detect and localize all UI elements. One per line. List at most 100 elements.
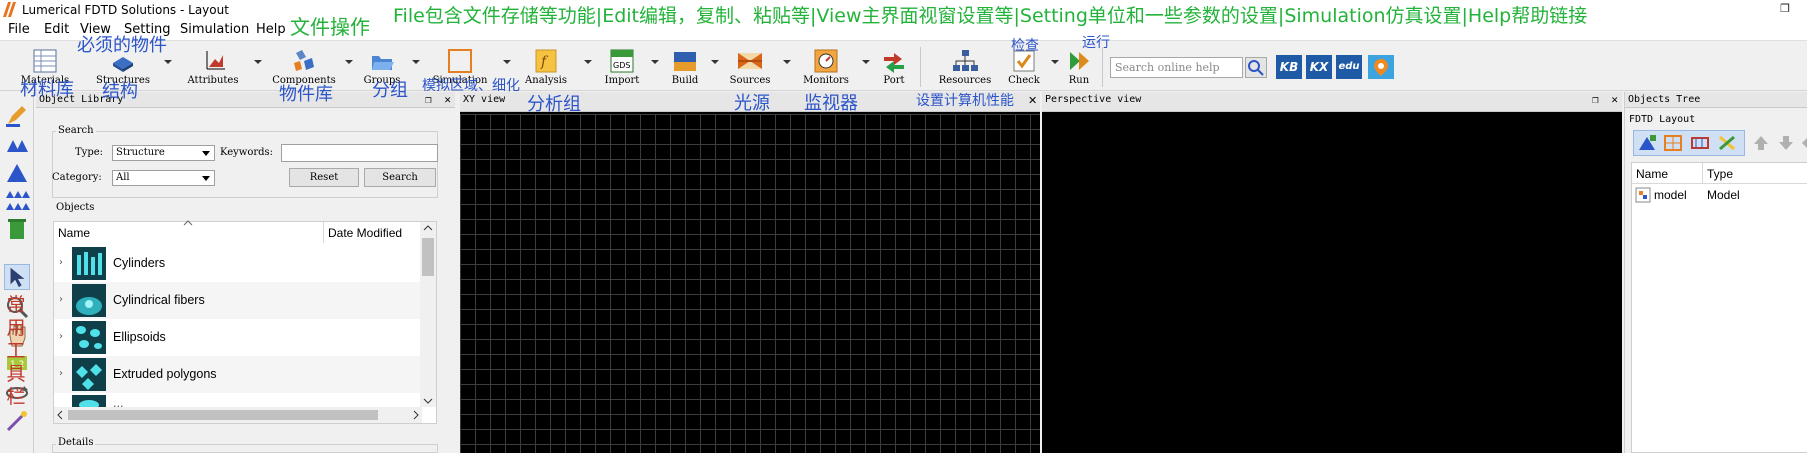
online-help-search-input[interactable]: Search online help (1110, 57, 1243, 78)
import-button[interactable]: GDS Import (596, 41, 648, 91)
chevron-down-icon (202, 151, 210, 156)
annotation-simulation-region: 模拟区域、细化 (422, 78, 520, 94)
sources-button[interactable]: Sources (722, 41, 778, 91)
reset-button[interactable]: Reset (289, 168, 359, 187)
analysis-button[interactable]: f Analysis (514, 41, 578, 91)
list-item-label: Extruded polygons (113, 367, 217, 381)
monitors-dropdown-icon[interactable] (862, 60, 870, 64)
vertical-scrollbar[interactable] (420, 222, 436, 407)
annotation-char: 用 (6, 317, 26, 339)
list-item[interactable]: › Cylindrical fibers (54, 282, 422, 319)
menu-help[interactable]: Help (256, 22, 286, 37)
menu-edit[interactable]: Edit (44, 22, 69, 37)
import-dropdown-icon[interactable] (651, 60, 659, 64)
move-down-arrow-icon[interactable] (1777, 134, 1795, 152)
close-panel-icon[interactable]: ✕ (1611, 93, 1618, 106)
window-controls: ❐ (1763, 0, 1807, 20)
tree-column-name[interactable]: Name (1636, 167, 1668, 181)
close-panel-icon[interactable]: ✕ (444, 93, 451, 106)
details-section-title: Details (56, 437, 96, 448)
kx-badge[interactable]: KX (1306, 55, 1332, 79)
scroll-left-icon[interactable] (54, 407, 66, 423)
expand-arrow-icon[interactable]: › (59, 368, 63, 379)
perspective-view-panel[interactable]: Perspective view ❐ ✕ (1042, 92, 1622, 453)
restore-window-icon[interactable]: ❐ (1763, 0, 1807, 20)
check-dropdown-icon[interactable] (1051, 60, 1059, 64)
select-arrow-icon[interactable] (4, 264, 30, 290)
structure-triangle-icon[interactable] (4, 160, 30, 186)
resources-button[interactable]: Resources (930, 41, 1000, 91)
close-xy-view-icon[interactable]: ✕ (1028, 94, 1037, 107)
structures-dropdown-icon[interactable] (164, 60, 172, 64)
tree-row-type: Model (1707, 188, 1740, 202)
resources-icon (953, 50, 978, 71)
attributes-icon (206, 51, 225, 70)
move-up-arrow-icon[interactable] (1752, 134, 1770, 152)
simulation-dropdown-icon[interactable] (503, 60, 511, 64)
edit-wand-icon[interactable] (4, 408, 30, 434)
port-button[interactable]: Port (874, 41, 914, 91)
build-label: Build (671, 75, 699, 86)
groups-dropdown-icon[interactable] (412, 60, 420, 64)
annotation-char: 工 (6, 340, 26, 362)
scroll-right-icon[interactable] (410, 407, 422, 423)
type-select[interactable]: Structure (112, 145, 215, 161)
objects-tree-panel: Objects Tree FDTD Layout Name Type model… (1624, 92, 1807, 453)
menu-simulation[interactable]: Simulation (180, 22, 249, 37)
expand-arrow-icon[interactable]: › (59, 294, 63, 305)
horizontal-scrollbar[interactable] (54, 407, 422, 423)
move-left-arrow-icon[interactable] (1801, 134, 1807, 152)
scroll-thumb[interactable] (422, 238, 434, 276)
category-select[interactable]: All (112, 170, 215, 186)
add-region-icon[interactable] (1663, 134, 1683, 152)
expand-arrow-icon[interactable]: › (59, 257, 63, 268)
scroll-up-icon[interactable] (420, 222, 436, 234)
add-structure-icon[interactable] (1637, 134, 1657, 152)
float-panel-icon[interactable]: ❐ (425, 93, 432, 106)
location-pin-icon[interactable] (1368, 55, 1394, 79)
edu-badge[interactable]: edu (1336, 55, 1362, 79)
monitors-label: Monitors (803, 75, 849, 86)
menu-file[interactable]: File (8, 22, 30, 37)
tree-row-name: model (1654, 188, 1687, 202)
list-item[interactable]: › Extruded polygons (54, 356, 422, 393)
analysis-dropdown-icon[interactable] (584, 60, 592, 64)
attributes-label: Attributes (187, 75, 239, 86)
attributes-button[interactable]: Attributes (178, 41, 248, 91)
structure-array-icon[interactable] (4, 188, 30, 214)
search-section-title: Search (56, 125, 96, 136)
scroll-thumb[interactable] (68, 410, 378, 420)
type-label: Type: (75, 147, 104, 158)
tree-row[interactable]: model Model (1632, 185, 1807, 205)
column-header-date-modified[interactable]: Date Modified (324, 222, 422, 243)
attributes-dropdown-icon[interactable] (254, 60, 262, 64)
monitors-button[interactable]: Monitors (796, 41, 856, 91)
toolbar-separator (920, 47, 921, 87)
structure-pyramid-icon[interactable] (4, 132, 30, 158)
analysis-icon: f (535, 49, 557, 73)
trash-icon[interactable] (4, 216, 30, 242)
tree-column-type[interactable]: Type (1707, 167, 1733, 181)
build-icon (674, 52, 696, 71)
add-monitor-icon[interactable] (1717, 134, 1737, 152)
resources-label: Resources (938, 75, 992, 86)
components-dropdown-icon[interactable] (345, 60, 353, 64)
kb-badge[interactable]: KB (1276, 55, 1302, 79)
list-item[interactable]: › Ellipsoids (54, 319, 422, 356)
search-button[interactable]: Search (364, 168, 436, 187)
list-item[interactable]: › Cylinders (54, 245, 422, 282)
sources-dropdown-icon[interactable] (783, 60, 791, 64)
expand-arrow-icon[interactable]: › (59, 331, 63, 342)
draw-pencil-icon[interactable] (4, 102, 30, 128)
float-panel-icon[interactable]: ❐ (1592, 93, 1599, 106)
build-dropdown-icon[interactable] (711, 60, 719, 64)
perspective-view-header: Perspective view ❐ ✕ (1042, 92, 1622, 112)
add-mesh-icon[interactable] (1690, 134, 1710, 152)
online-help-search-button[interactable] (1245, 57, 1267, 78)
build-button[interactable]: Build (664, 41, 706, 91)
xy-view-panel[interactable]: XY view (460, 92, 1040, 453)
annotation-char: 常 (6, 294, 26, 316)
keywords-input[interactable] (281, 144, 438, 162)
xy-view-grid[interactable] (460, 114, 1040, 453)
scroll-down-icon[interactable] (420, 395, 436, 407)
